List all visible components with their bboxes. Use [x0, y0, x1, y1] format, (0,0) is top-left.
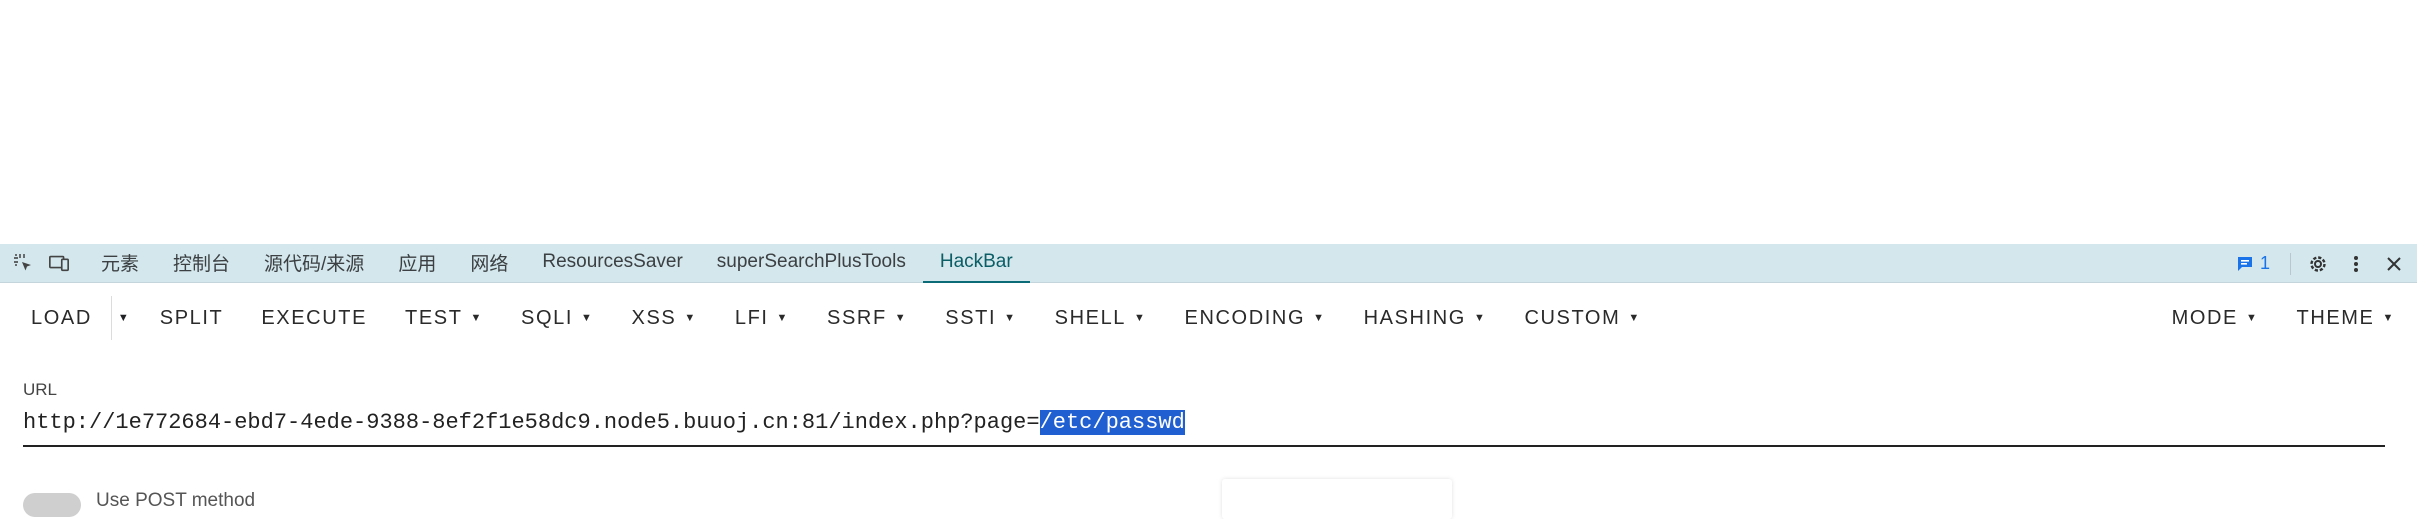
load-label: LOAD: [31, 307, 92, 330]
caret-down-icon: ▼: [471, 312, 484, 324]
caret-down-icon: ▼: [684, 312, 697, 324]
theme-label: THEME: [2297, 307, 2375, 330]
encoding-label: ENCODING: [1185, 307, 1306, 330]
caret-down-icon: ▼: [895, 312, 908, 324]
execute-label: EXECUTE: [261, 307, 367, 330]
divider: [2290, 253, 2291, 275]
caret-down-icon: ▼: [2383, 312, 2396, 324]
shell-label: SHELL: [1055, 307, 1126, 330]
tab-hackbar[interactable]: HackBar: [923, 244, 1030, 283]
caret-down-icon: ▼: [1628, 312, 1641, 324]
tab-resources-saver[interactable]: ResourcesSaver: [525, 244, 699, 283]
sqli-menu-button[interactable]: SQLI ▼: [502, 296, 612, 340]
inspect-element-icon[interactable]: [12, 252, 34, 274]
encoding-menu-button[interactable]: ENCODING ▼: [1166, 296, 1345, 340]
caret-down-icon: ▼: [1134, 312, 1147, 324]
message-icon: [2236, 255, 2254, 273]
caret-down-icon: ▼: [2246, 312, 2259, 324]
split-label: SPLIT: [160, 307, 224, 330]
url-label: URL: [23, 380, 57, 400]
caret-down-icon: ▼: [777, 312, 790, 324]
test-menu-button[interactable]: TEST ▼: [386, 296, 502, 340]
ssti-label: SSTI: [945, 307, 996, 330]
sqli-label: SQLI: [521, 307, 573, 330]
split-button[interactable]: SPLIT: [141, 296, 243, 340]
url-input[interactable]: http://1e772684-ebd7-4ede-9388-8ef2f1e58…: [23, 405, 2385, 447]
tab-super-search-plus-tools[interactable]: superSearchPlusTools: [700, 244, 923, 283]
tab-sources[interactable]: 源代码/来源: [247, 244, 381, 283]
page-viewport: [0, 0, 2417, 244]
tab-console[interactable]: 控制台: [156, 244, 247, 283]
popup-panel: [1222, 479, 1452, 519]
caret-down-icon: ▼: [1313, 312, 1326, 324]
lfi-label: LFI: [735, 307, 769, 330]
execute-button[interactable]: EXECUTE: [242, 296, 386, 340]
tab-elements[interactable]: 元素: [84, 244, 156, 283]
ssti-menu-button[interactable]: SSTI ▼: [926, 296, 1035, 340]
devtools-tab-bar: 元素 控制台 源代码/来源 应用 网络 ResourcesSaver super…: [0, 244, 2417, 283]
mode-menu-button[interactable]: MODE ▼: [2153, 296, 2278, 340]
custom-menu-button[interactable]: CUSTOM ▼: [1505, 296, 1659, 340]
caret-down-icon: ▼: [118, 312, 129, 324]
issues-count: 1: [2260, 253, 2270, 274]
ssrf-label: SSRF: [827, 307, 887, 330]
url-selected-text: /etc/passwd: [1040, 410, 1185, 435]
caret-down-icon: ▼: [1004, 312, 1017, 324]
xss-menu-button[interactable]: XSS ▼: [613, 296, 716, 340]
ssrf-menu-button[interactable]: SSRF ▼: [808, 296, 926, 340]
post-method-toggle[interactable]: [23, 493, 81, 517]
more-vertical-icon[interactable]: [2345, 253, 2367, 275]
hackbar-toolbar: LOAD ▼ SPLIT EXECUTE TEST ▼ SQLI ▼ XSS ▼ LF…: [0, 283, 2417, 353]
xss-label: XSS: [632, 307, 677, 330]
hashing-menu-button[interactable]: HASHING ▼: [1345, 296, 1506, 340]
custom-label: CUSTOM: [1524, 307, 1620, 330]
lfi-menu-button[interactable]: LFI ▼: [716, 296, 808, 340]
devtools-right-controls: 1: [2224, 244, 2417, 283]
device-toolbar-icon[interactable]: [48, 252, 70, 274]
shell-menu-button[interactable]: SHELL ▼: [1036, 296, 1166, 340]
tab-network[interactable]: 网络: [453, 244, 525, 283]
issues-counter[interactable]: 1: [2224, 253, 2282, 274]
devtools-tabs: 元素 控制台 源代码/来源 应用 网络 ResourcesSaver super…: [84, 244, 1030, 283]
hashing-label: HASHING: [1364, 307, 1466, 330]
caret-down-icon: ▼: [581, 312, 594, 324]
load-dropdown-button[interactable]: ▼: [111, 296, 135, 340]
tab-application[interactable]: 应用: [381, 244, 453, 283]
load-button[interactable]: LOAD: [12, 296, 111, 340]
gear-icon[interactable]: [2307, 253, 2329, 275]
caret-down-icon: ▼: [1474, 312, 1487, 324]
mode-label: MODE: [2172, 307, 2238, 330]
test-label: TEST: [405, 307, 463, 330]
post-method-label: Use POST method: [96, 490, 255, 512]
url-text: http://1e772684-ebd7-4ede-9388-8ef2f1e58…: [23, 410, 1040, 435]
close-icon[interactable]: [2383, 253, 2405, 275]
theme-menu-button[interactable]: THEME ▼: [2278, 296, 2417, 340]
